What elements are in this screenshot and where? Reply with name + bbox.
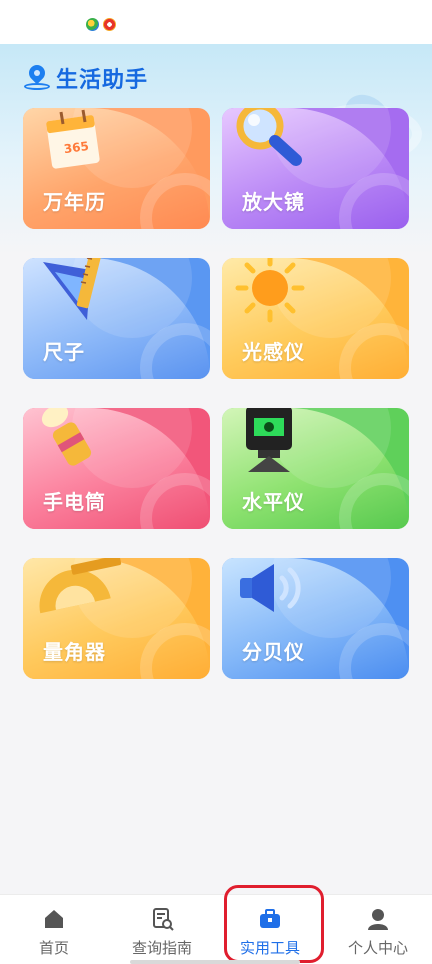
tool-card-light-meter[interactable]: 光感仪 (222, 258, 409, 379)
nav-label: 查询指南 (131, 939, 192, 957)
page-title-text: 生活助手 (56, 68, 149, 93)
tool-card-protractor[interactable]: 量角器 (23, 558, 210, 679)
tool-card-label: 手电筒 (43, 490, 106, 514)
speaker-icon (240, 564, 301, 612)
tool-card-label: 放大镜 (242, 190, 305, 214)
tool-card-label: 量角器 (43, 640, 106, 664)
tool-card-calendar[interactable]: 365 万年历 (23, 108, 210, 229)
flashlight-icon (41, 408, 92, 466)
nav-label: 实用工具 (239, 939, 300, 957)
document-search-icon (150, 907, 174, 931)
tool-card-label: 光感仪 (242, 340, 305, 364)
tool-card-ruler[interactable]: 尺子 (23, 258, 210, 379)
tool-card-level[interactable]: 水平仪 (222, 408, 409, 529)
calendar-icon: 365 (46, 109, 100, 169)
location-pin-icon (24, 61, 50, 92)
nav-label: 个人中心 (347, 939, 408, 957)
bottom-nav: 首页 查询指南 实用工具 个人中心 (0, 894, 432, 964)
tool-card-label: 分贝仪 (242, 640, 305, 664)
app-notification-icon (86, 18, 99, 31)
person-icon (366, 907, 390, 931)
laser-level-icon (246, 408, 292, 472)
status-icons (86, 18, 116, 31)
weibo-notification-icon (103, 18, 116, 31)
tool-card-decibel-meter[interactable]: 分贝仪 (222, 558, 409, 679)
tool-card-label: 水平仪 (242, 490, 305, 514)
sun-icon (235, 258, 305, 323)
magnifier-icon (236, 108, 302, 166)
tool-card-flashlight[interactable]: 手电筒 (23, 408, 210, 529)
protractor-icon (39, 558, 122, 614)
toolbox-icon (258, 907, 282, 931)
nav-item-profile[interactable]: 个人中心 (324, 895, 432, 964)
tool-card-label: 尺子 (43, 340, 85, 364)
home-indicator (130, 960, 300, 964)
nav-item-home[interactable]: 首页 (0, 895, 108, 964)
ruler-icon (43, 258, 102, 320)
nav-item-guide[interactable]: 查询指南 (108, 895, 216, 964)
tool-card-label: 万年历 (43, 190, 106, 214)
page-title: 生活助手 (24, 61, 149, 94)
home-icon (42, 907, 66, 931)
tool-card-magnifier[interactable]: 放大镜 (222, 108, 409, 229)
nav-item-tools[interactable]: 实用工具 (216, 895, 324, 964)
status-bar (0, 0, 432, 44)
nav-label: 首页 (38, 939, 69, 957)
